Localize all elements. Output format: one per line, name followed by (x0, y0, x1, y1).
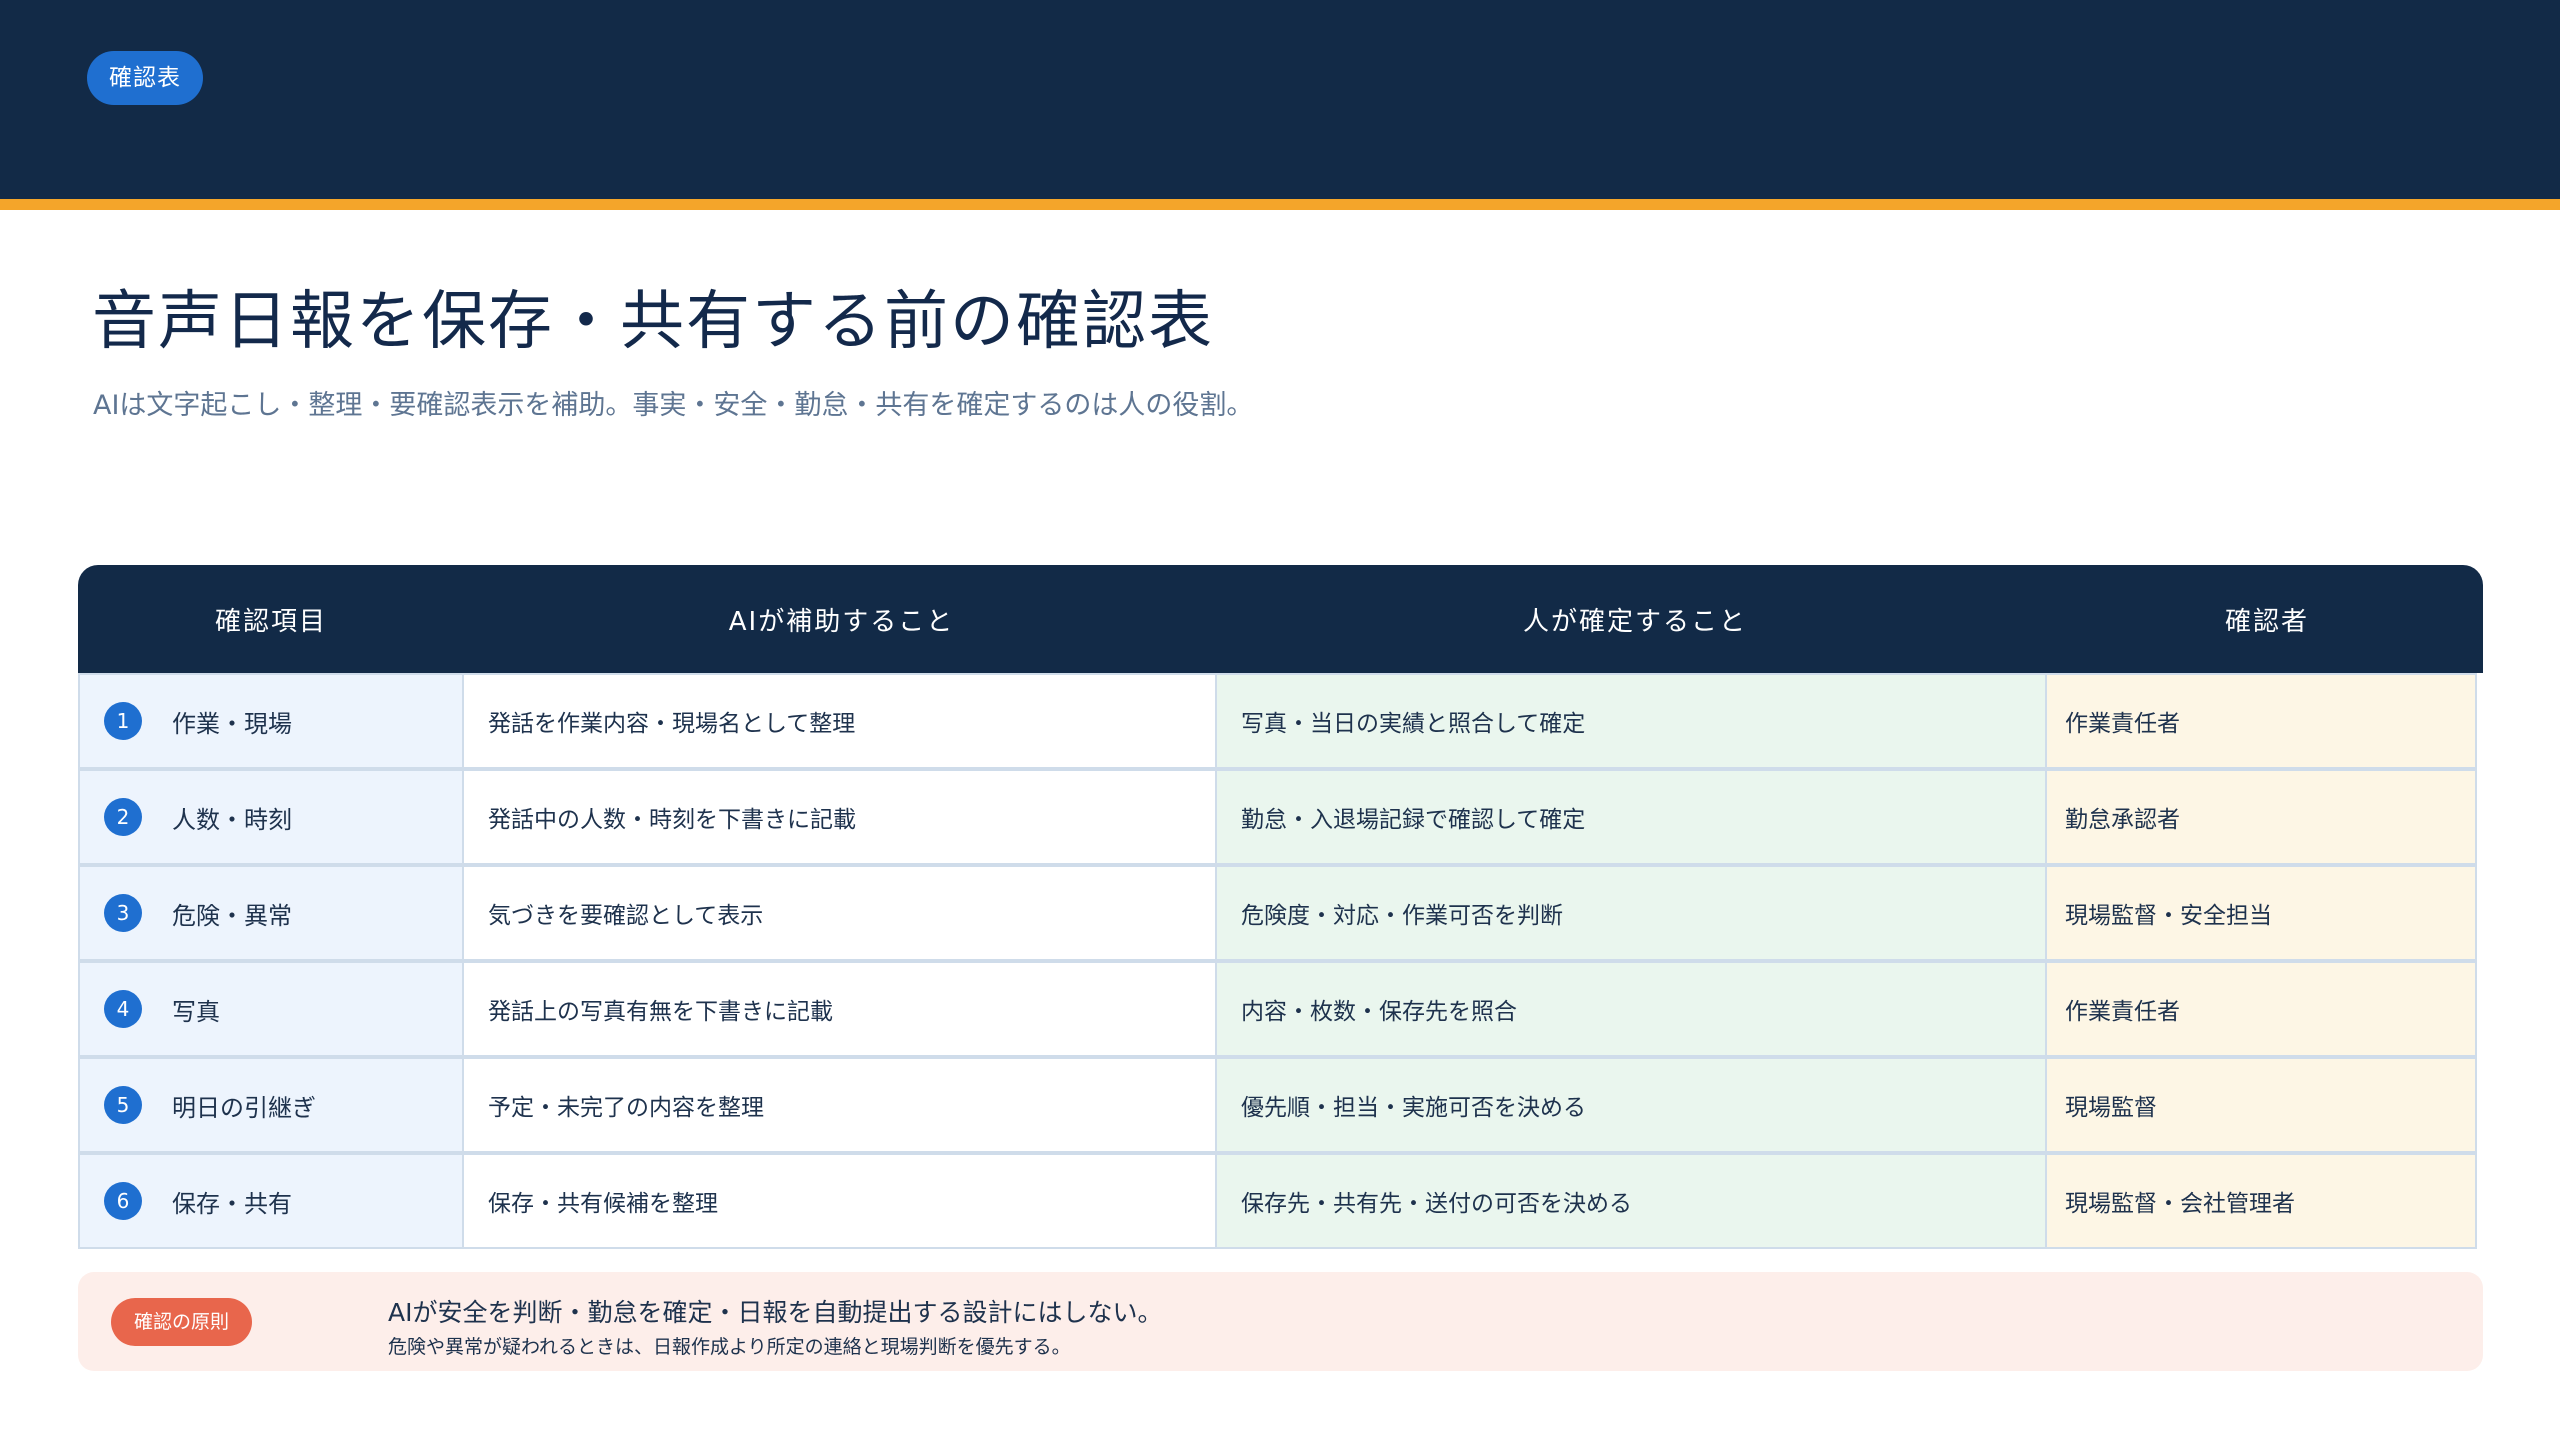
item-cell: 2 人数・時刻 (78, 769, 464, 865)
ai-cell: 保存・共有候補を整理 (462, 1153, 1217, 1249)
header-accent-stripe (0, 199, 2560, 210)
ai-cell: 気づきを要確認として表示 (462, 865, 1217, 961)
item-label: 作業・現場 (172, 709, 292, 738)
human-cell: 内容・枚数・保存先を照合 (1215, 961, 2047, 1057)
row-number-badge: 3 (104, 894, 142, 932)
row-number-badge: 4 (104, 990, 142, 1028)
checker-cell: 現場監督・安全担当 (2045, 865, 2477, 961)
item-label: 危険・異常 (172, 901, 292, 930)
item-label: 人数・時刻 (172, 805, 292, 834)
ai-cell: 発話中の人数・時刻を下書きに記載 (462, 769, 1217, 865)
principle-main-text: AIが安全を判断・勤怠を確定・日報を自動提出する設計にはしない。 (388, 1298, 1163, 1327)
row-number-badge: 6 (104, 1182, 142, 1220)
table-row: 2 人数・時刻 発話中の人数・時刻を下書きに記載 勤怠・入退場記録で確認して確定… (78, 769, 2483, 865)
table-row: 1 作業・現場 発話を作業内容・現場名として整理 写真・当日の実績と照合して確定… (78, 673, 2483, 769)
column-header-ai: AIが補助すること (728, 606, 955, 637)
item-cell: 6 保存・共有 (78, 1153, 464, 1249)
row-number-badge: 1 (104, 702, 142, 740)
checker-cell: 現場監督・会社管理者 (2045, 1153, 2477, 1249)
table-row: 5 明日の引継ぎ 予定・未完了の内容を整理 優先順・担当・実施可否を決める 現場… (78, 1057, 2483, 1153)
human-cell: 優先順・担当・実施可否を決める (1215, 1057, 2047, 1153)
principle-sub-text: 危険や異常が疑われるときは、日報作成より所定の連絡と現場判断を優先する。 (388, 1336, 1071, 1358)
page-title: 音声日報を保存・共有する前の確認表 (92, 285, 1214, 359)
human-cell: 写真・当日の実績と照合して確定 (1215, 673, 2047, 769)
principle-box: 確認の原則 AIが安全を判断・勤怠を確定・日報を自動提出する設計にはしない。 危… (78, 1272, 2483, 1371)
ai-cell: 予定・未完了の内容を整理 (462, 1057, 1217, 1153)
human-cell: 保存先・共有先・送付の可否を決める (1215, 1153, 2047, 1249)
ai-cell: 発話上の写真有無を下書きに記載 (462, 961, 1217, 1057)
human-cell: 危険度・対応・作業可否を判断 (1215, 865, 2047, 961)
item-cell: 4 写真 (78, 961, 464, 1057)
human-cell: 勤怠・入退場記録で確認して確定 (1215, 769, 2047, 865)
header-bar: 確認表 (0, 0, 2560, 199)
checker-cell: 作業責任者 (2045, 673, 2477, 769)
ai-cell: 発話を作業内容・現場名として整理 (462, 673, 1217, 769)
principle-tag: 確認の原則 (111, 1298, 253, 1346)
column-header-item: 確認項目 (214, 606, 327, 637)
item-label: 明日の引継ぎ (172, 1093, 316, 1122)
table-row: 4 写真 発話上の写真有無を下書きに記載 内容・枚数・保存先を照合 作業責任者 (78, 961, 2483, 1057)
item-label: 写真 (172, 997, 220, 1026)
item-cell: 5 明日の引継ぎ (78, 1057, 464, 1153)
item-cell: 1 作業・現場 (78, 673, 464, 769)
page-subtitle: AIは文字起こし・整理・要確認表示を補助。事実・安全・勤怠・共有を確定するのは人… (93, 390, 1254, 421)
table-header: 確認項目 AIが補助すること 人が確定すること 確認者 (78, 565, 2483, 673)
checker-cell: 現場監督 (2045, 1057, 2477, 1153)
check-table: 確認項目 AIが補助すること 人が確定すること 確認者 1 作業・現場 発話を作… (78, 565, 2483, 1249)
column-header-human: 人が確定すること (1522, 606, 1747, 637)
table-row: 3 危険・異常 気づきを要確認として表示 危険度・対応・作業可否を判断 現場監督… (78, 865, 2483, 961)
row-number-badge: 5 (104, 1086, 142, 1124)
row-number-badge: 2 (104, 798, 142, 836)
item-cell: 3 危険・異常 (78, 865, 464, 961)
column-header-checker: 確認者 (2224, 606, 2309, 637)
checker-cell: 勤怠承認者 (2045, 769, 2477, 865)
checker-cell: 作業責任者 (2045, 961, 2477, 1057)
document-tag: 確認表 (87, 51, 203, 105)
item-label: 保存・共有 (172, 1189, 292, 1218)
table-row: 6 保存・共有 保存・共有候補を整理 保存先・共有先・送付の可否を決める 現場監… (78, 1153, 2483, 1249)
